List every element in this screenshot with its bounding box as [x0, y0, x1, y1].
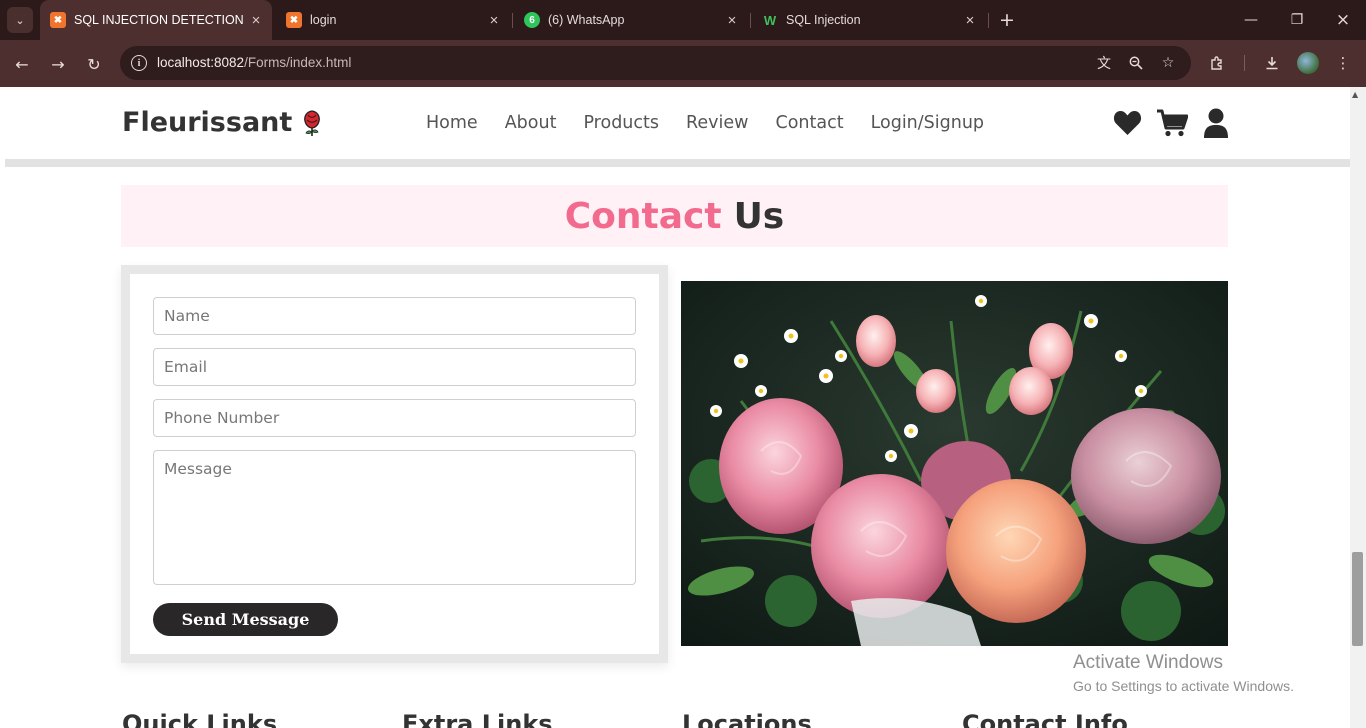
flower-bouquet-image: [681, 281, 1228, 646]
nav-login-signup[interactable]: Login/Signup: [871, 113, 984, 133]
url-path: /Forms/index.html: [244, 55, 352, 70]
nav-products[interactable]: Products: [583, 113, 659, 133]
tab-login[interactable]: ✖ login ×: [276, 0, 510, 40]
profile-avatar[interactable]: [1297, 52, 1319, 74]
close-icon[interactable]: ×: [484, 10, 504, 30]
main-nav: Home About Products Review Contact Login…: [426, 113, 984, 133]
contact-heading: Contact Us: [121, 185, 1228, 247]
close-icon[interactable]: ×: [960, 10, 980, 30]
tab-title: SQL INJECTION DETECTION: [74, 13, 244, 27]
tab-search-button[interactable]: ⌄: [7, 7, 33, 33]
message-textarea[interactable]: Message: [153, 450, 636, 585]
more-menu-icon[interactable]: ⋮: [1331, 51, 1355, 75]
watermark-subtitle: Go to Settings to activate Windows.: [1073, 678, 1294, 694]
tab-separator: [988, 13, 989, 28]
site-logo[interactable]: Fleurissant: [122, 107, 322, 138]
back-button[interactable]: ←: [9, 51, 35, 77]
footer-locations-title: Locations: [682, 710, 812, 728]
url-text[interactable]: localhost:8082/Forms/index.html: [157, 55, 351, 70]
close-icon[interactable]: ×: [246, 10, 266, 30]
header-divider: [5, 159, 1350, 167]
site-info-icon[interactable]: i: [131, 55, 147, 71]
bookmark-star-icon[interactable]: ☆: [1158, 53, 1178, 73]
tab-title: (6) WhatsApp: [548, 13, 625, 27]
scroll-up-icon[interactable]: ▲: [1352, 90, 1358, 99]
cart-icon[interactable]: [1156, 106, 1188, 140]
user-icon[interactable]: [1200, 106, 1232, 140]
translate-icon[interactable]: 文: [1094, 53, 1114, 73]
footer-contact-info-title: Contact Info: [962, 710, 1128, 728]
windows-activation-watermark: Activate Windows Go to Settings to activ…: [1073, 652, 1294, 694]
contact-form: Name Email Phone Number Message Send Mes…: [121, 265, 668, 663]
tab-separator: [512, 13, 513, 28]
whatsapp-icon: 6: [524, 12, 540, 28]
brand-name: Fleurissant: [122, 107, 293, 138]
heading-rest: Us: [733, 195, 785, 237]
tab-title: SQL Injection: [786, 13, 861, 27]
tab-separator: [750, 13, 751, 28]
nav-contact[interactable]: Contact: [775, 113, 843, 133]
heading-accent: Contact: [564, 195, 722, 237]
toolbar-separator: [1244, 55, 1245, 71]
email-input[interactable]: Email: [153, 348, 636, 386]
w3schools-icon: W: [763, 12, 777, 28]
footer-extra-links-title: Extra Links: [402, 710, 553, 728]
phone-input[interactable]: Phone Number: [153, 399, 636, 437]
chevron-down-icon: ⌄: [15, 13, 25, 27]
tab-sql-injection[interactable]: W SQL Injection ×: [752, 0, 986, 40]
forward-button[interactable]: →: [45, 51, 71, 77]
download-icon[interactable]: [1260, 51, 1284, 75]
url-host: localhost:8082: [157, 55, 245, 70]
nav-review[interactable]: Review: [686, 113, 748, 133]
xampp-icon: ✖: [286, 12, 302, 28]
page-viewport: Fleurissant Home About Products Review C…: [0, 87, 1350, 728]
notification-badge: 6: [529, 14, 535, 26]
reload-button[interactable]: ↻: [81, 51, 107, 77]
zoom-icon[interactable]: [1126, 53, 1146, 73]
tab-title: login: [310, 13, 337, 27]
extensions-icon[interactable]: [1206, 51, 1230, 75]
minimize-button[interactable]: —: [1228, 0, 1274, 40]
new-tab-button[interactable]: +: [996, 9, 1018, 31]
tab-sql-injection-detection[interactable]: ✖ SQL INJECTION DETECTION ×: [40, 0, 272, 40]
scrollbar-thumb[interactable]: [1352, 552, 1363, 646]
close-icon[interactable]: ×: [722, 10, 742, 30]
site-header: Fleurissant Home About Products Review C…: [0, 87, 1350, 159]
heart-icon[interactable]: [1111, 106, 1143, 140]
tab-whatsapp[interactable]: 6 (6) WhatsApp ×: [514, 0, 748, 40]
name-input[interactable]: Name: [153, 297, 636, 335]
rose-icon: [302, 109, 322, 137]
watermark-title: Activate Windows: [1073, 652, 1223, 673]
window-close-button[interactable]: ×: [1320, 0, 1366, 40]
footer-quick-links-title: Quick Links: [122, 710, 278, 728]
nav-home[interactable]: Home: [426, 113, 478, 133]
restore-button[interactable]: ❐: [1274, 0, 1320, 40]
send-message-button[interactable]: Send Message: [153, 603, 338, 636]
nav-about[interactable]: About: [505, 113, 557, 133]
xampp-icon: ✖: [50, 12, 66, 28]
